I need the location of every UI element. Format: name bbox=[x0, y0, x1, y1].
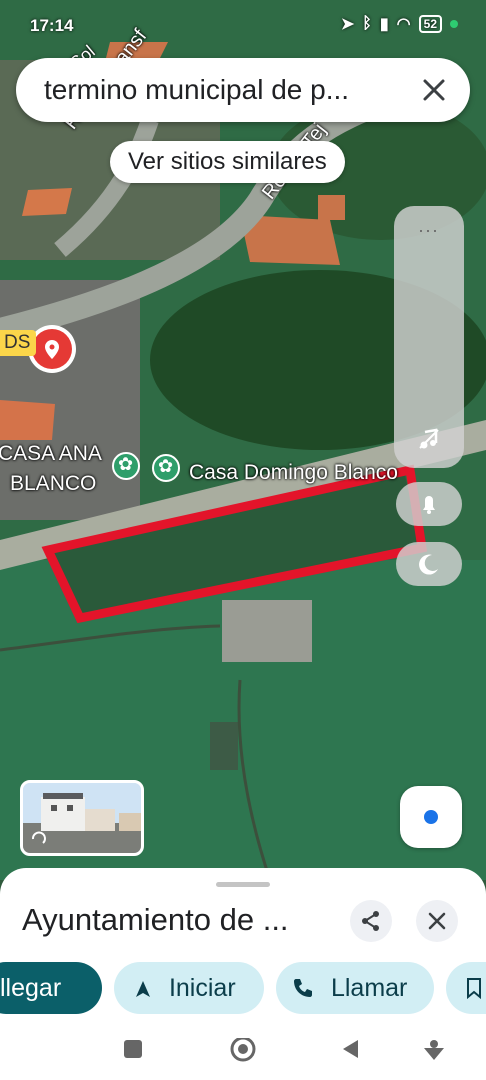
home-button-icon[interactable] bbox=[229, 1038, 257, 1066]
system-navigation-bar bbox=[0, 1024, 486, 1080]
poi-label-casa-domingo-blanco[interactable]: Casa Domingo Blanco bbox=[189, 461, 398, 485]
save-button[interactable] bbox=[446, 962, 486, 1014]
call-label: Llamar bbox=[330, 974, 408, 1002]
battery-indicator: 52 bbox=[418, 15, 442, 33]
back-button-icon[interactable] bbox=[340, 1038, 362, 1060]
moon-icon bbox=[419, 554, 438, 575]
start-label: Iniciar bbox=[168, 974, 236, 1002]
close-icon bbox=[428, 912, 446, 930]
directions-label: llegar bbox=[0, 974, 62, 1002]
recents-button-icon[interactable] bbox=[122, 1038, 144, 1060]
sheet-drag-handle[interactable] bbox=[216, 882, 270, 887]
status-bar: 17:14 ➤ ᛒ ▮ ◠ 52 bbox=[0, 0, 486, 52]
poi-flower-icon[interactable] bbox=[112, 452, 140, 480]
floating-side-panel[interactable]: ··· bbox=[394, 206, 464, 468]
bluetooth-icon: ᛒ bbox=[362, 15, 372, 32]
location-arrow-icon: ➤ bbox=[340, 16, 355, 33]
place-title: Ayuntamiento de ... bbox=[22, 902, 289, 937]
directions-button[interactable]: llegar bbox=[0, 962, 102, 1014]
street-view-thumbnail[interactable] bbox=[20, 780, 144, 856]
action-chips-row[interactable]: llegar Iniciar Llamar bbox=[0, 962, 486, 1016]
start-button[interactable]: Iniciar bbox=[114, 962, 264, 1014]
call-button[interactable]: Llamar bbox=[276, 962, 434, 1014]
share-button[interactable] bbox=[350, 900, 392, 942]
street-view-image bbox=[23, 783, 141, 853]
search-query[interactable]: termino municipal de p... bbox=[44, 74, 416, 106]
close-sheet-button[interactable] bbox=[416, 900, 458, 942]
map-poi-label-ds[interactable]: DS bbox=[0, 330, 37, 356]
signal-icon: ▮ bbox=[379, 16, 389, 33]
search-bar[interactable]: termino municipal de p... bbox=[16, 58, 470, 122]
privacy-dot-icon bbox=[450, 20, 458, 28]
my-location-button[interactable] bbox=[400, 786, 462, 848]
share-icon bbox=[362, 911, 379, 931]
my-location-dot-icon bbox=[424, 810, 438, 824]
more-dots-icon[interactable]: ··· bbox=[418, 220, 439, 241]
navigation-arrow-icon bbox=[136, 981, 150, 997]
status-icons: ➤ ᛒ ▮ ◠ 52 bbox=[341, 14, 458, 34]
poi-label-blanco[interactable]: BLANCO bbox=[10, 472, 96, 496]
poi-flower-icon[interactable] bbox=[152, 454, 180, 482]
bell-toggle[interactable] bbox=[396, 482, 462, 526]
dark-mode-toggle[interactable] bbox=[396, 542, 462, 586]
poi-label-casa-ana[interactable]: CASA ANA bbox=[0, 442, 102, 466]
wifi-icon: ◠ bbox=[396, 16, 411, 33]
assistant-button-icon[interactable] bbox=[422, 1038, 446, 1062]
bell-icon bbox=[423, 496, 435, 514]
similar-places-chip[interactable]: Ver sitios similares bbox=[110, 141, 345, 183]
music-off-icon[interactable] bbox=[418, 428, 440, 450]
close-icon[interactable] bbox=[416, 72, 452, 108]
phone-icon bbox=[294, 979, 312, 997]
bookmark-icon bbox=[467, 978, 481, 1000]
status-time: 17:14 bbox=[30, 16, 74, 35]
